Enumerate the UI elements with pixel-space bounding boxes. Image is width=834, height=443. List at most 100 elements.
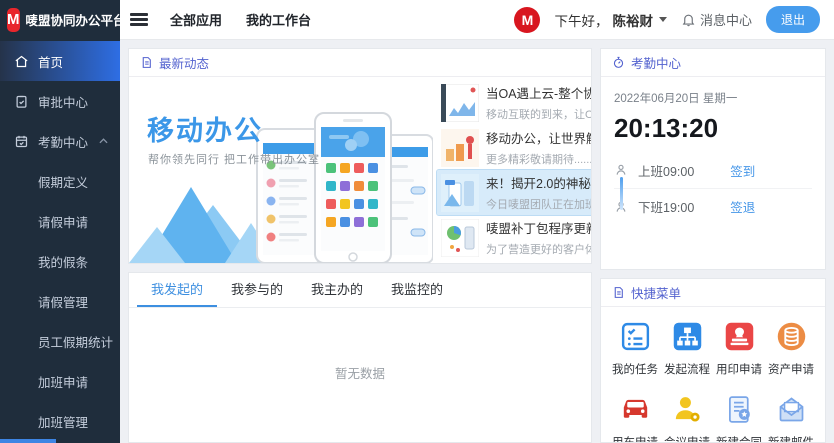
timeline-connector: [620, 177, 623, 210]
message-center-label: 消息中心: [700, 10, 752, 29]
news-title: 来！揭开2.0的神秘面纱~: [486, 173, 591, 192]
quick-menu-grid: 我的任务 发起流程 用印申请 资产申请 用车申请: [601, 307, 825, 443]
quick-item-my-tasks[interactable]: 我的任务: [609, 320, 661, 377]
sidebar-item-label: 请假申请: [38, 212, 88, 231]
news-desc: 移动互联的到来，让OA与云: [486, 106, 591, 122]
quick-item-label: 新建合同: [716, 434, 762, 443]
quick-item-new-contract[interactable]: 新建合同: [713, 393, 765, 443]
news-item[interactable]: 唛盟补丁包程序更新 为了营造更好的客户体验，唛: [437, 215, 591, 260]
sidebar-item-leave-management[interactable]: 请假管理: [0, 281, 120, 321]
attendance-date: 2022年06月20日 星期一: [614, 90, 812, 106]
top-nav: 全部应用 我的工作台: [170, 10, 311, 29]
chevron-down-icon: [659, 17, 667, 22]
app-title: 唛盟协同办公平台: [26, 10, 126, 29]
news-thumbnail: [441, 129, 479, 167]
news-title: 移动办公，让世界触手可: [486, 128, 591, 147]
shift-label: 上班09:00: [638, 161, 694, 180]
person-icon: [614, 163, 638, 177]
meeting-icon: [671, 393, 704, 426]
logout-button[interactable]: 退出: [766, 6, 820, 33]
sidebar-item-label: 加班申请: [38, 372, 88, 391]
quick-item-label: 新建邮件: [768, 434, 814, 443]
quick-item-start-flow[interactable]: 发起流程: [661, 320, 713, 377]
sidebar-item-label: 员工假期统计: [38, 332, 113, 351]
tab-hosted-by-me[interactable]: 我主办的: [297, 273, 377, 307]
latest-news-header: 最新动态: [129, 49, 591, 77]
contract-icon: [723, 393, 756, 426]
quick-item-asset-request[interactable]: 资产申请: [765, 320, 817, 377]
stopwatch-icon: [612, 56, 625, 69]
attendance-icon: [14, 134, 29, 149]
asset-icon: [775, 320, 808, 353]
main-content: 最新动态: [120, 40, 834, 443]
news-item[interactable]: 移动办公，让世界触手可 更多精彩敬请期待.......: [437, 125, 591, 170]
my-tasks-panel: 我发起的 我参与的 我主办的 我监控的 暂无数据: [128, 272, 592, 443]
news-thumbnail: [441, 84, 479, 122]
quick-item-new-mail[interactable]: 新建邮件: [765, 393, 817, 443]
sidebar-item-overtime-management[interactable]: 加班管理: [0, 401, 120, 441]
panel-title: 快捷菜单: [631, 283, 681, 302]
quick-item-label: 用印申请: [716, 361, 762, 377]
tasks-icon: [619, 320, 652, 353]
sidebar-item-label: 审批中心: [38, 92, 88, 111]
topbar: M 唛盟协同办公平台 全部应用 我的工作台 M 下午好，陈裕财 消息中心 退出: [0, 0, 834, 40]
banner-headline: 移动办公: [147, 109, 263, 148]
flow-icon: [671, 320, 704, 353]
home-icon: [14, 54, 29, 69]
attendance-rows: 上班09:00 签到 下班19:00 签退: [614, 152, 812, 224]
topbar-right: M 下午好，陈裕财 消息中心 退出: [514, 6, 834, 33]
news-thumbnail: [441, 219, 479, 257]
sidebar-item-holiday-definition[interactable]: 假期定义: [0, 161, 120, 201]
sidebar-item-label: 考勤中心: [38, 132, 88, 151]
quick-item-label: 会议申请: [664, 434, 710, 443]
shift-label: 下班19:00: [638, 197, 694, 216]
brand-logo-icon: M: [7, 8, 20, 32]
quick-item-label: 用车申请: [612, 434, 658, 443]
checkin-link[interactable]: 签到: [730, 161, 755, 180]
tab-monitored-by-me[interactable]: 我监控的: [377, 273, 457, 307]
sidebar-item-leave-request[interactable]: 请假申请: [0, 201, 120, 241]
message-center[interactable]: 消息中心: [681, 10, 752, 29]
latest-news-panel: 最新动态: [128, 48, 592, 264]
tab-participated-by-me[interactable]: 我参与的: [217, 273, 297, 307]
quick-menu-header: 快捷菜单: [601, 279, 825, 307]
sidebar-item-my-leave-slips[interactable]: 我的假条: [0, 241, 120, 281]
news-carousel-banner[interactable]: 移动办公 帮你领先同行 把工作带出办公室: [129, 77, 433, 263]
checkout-link[interactable]: 签退: [730, 197, 755, 216]
quick-menu-panel: 快捷菜单 我的任务 发起流程 用印申请 资产申请: [600, 278, 826, 443]
menu-toggle-icon[interactable]: [130, 13, 148, 26]
news-item-active[interactable]: 来！揭开2.0的神秘面纱~ 今日唛盟团队正在加班加点，: [437, 170, 591, 215]
tab-initiated-by-me[interactable]: 我发起的: [137, 273, 217, 307]
news-item[interactable]: 当OA遇上云-整个协同OA 移动互联的到来，让OA与云: [437, 80, 591, 125]
document-icon: [140, 56, 153, 69]
stamp-icon: [723, 320, 756, 353]
quick-item-label: 发起流程: [664, 361, 710, 377]
nav-all-apps[interactable]: 全部应用: [170, 10, 222, 29]
user-avatar[interactable]: M: [514, 7, 540, 33]
news-title: 当OA遇上云-整个协同OA: [486, 83, 591, 102]
sidebar-item-home[interactable]: 首页: [0, 41, 120, 81]
sidebar-item-overtime-request[interactable]: 加班申请: [0, 361, 120, 401]
sidebar-item-label: 我的假条: [38, 252, 88, 271]
sidebar-item-employee-holiday-stats[interactable]: 员工假期统计: [0, 321, 120, 361]
sidebar-item-attendance-center[interactable]: 考勤中心: [0, 121, 120, 161]
sidebar-item-label: 请假管理: [38, 292, 88, 311]
news-title: 唛盟补丁包程序更新: [486, 218, 591, 237]
banner-illustration: [129, 77, 433, 263]
sidebar-item-label: 首页: [38, 52, 63, 71]
sidebar-scrollbar[interactable]: [0, 439, 56, 443]
sidebar-item-label: 加班管理: [38, 412, 88, 431]
attendance-panel: 考勤中心 2022年06月20日 星期一 20:13:20 上班09:00 签到…: [600, 48, 826, 270]
quick-item-label: 我的任务: [612, 361, 658, 377]
quick-item-seal-request[interactable]: 用印申请: [713, 320, 765, 377]
user-menu[interactable]: 下午好，陈裕财: [554, 10, 667, 30]
checkout-row: 下班19:00 签退: [614, 188, 812, 224]
quick-item-vehicle-request[interactable]: 用车申请: [609, 393, 661, 443]
nav-my-workspace[interactable]: 我的工作台: [246, 10, 311, 29]
news-desc: 为了营造更好的客户体验，唛: [486, 241, 591, 257]
quick-item-meeting-request[interactable]: 会议申请: [661, 393, 713, 443]
quick-item-label: 资产申请: [768, 361, 814, 377]
sidebar: 首页 审批中心 考勤中心 假期定义 请假申请 我的假条 请假管理 员工假期统计 …: [0, 40, 120, 443]
username: 陈裕财: [612, 10, 653, 30]
sidebar-item-approval-center[interactable]: 审批中心: [0, 81, 120, 121]
